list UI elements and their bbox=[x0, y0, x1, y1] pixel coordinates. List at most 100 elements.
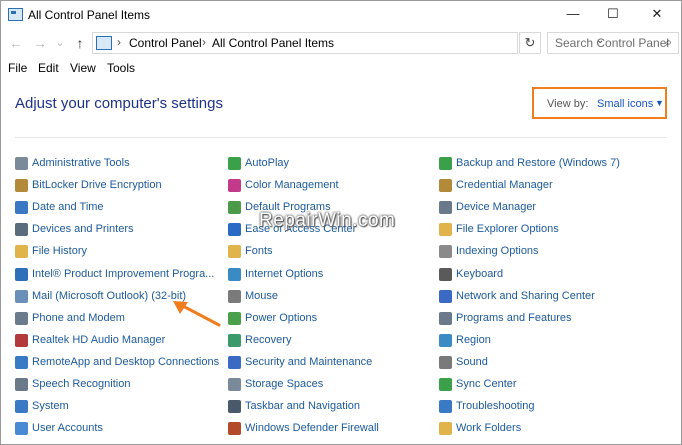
admin-tools-icon bbox=[15, 157, 28, 170]
control-panel-item-label: Date and Time bbox=[32, 201, 104, 213]
recovery-icon bbox=[228, 334, 241, 347]
close-button[interactable]: ✕ bbox=[637, 3, 677, 25]
remoteapp-icon bbox=[15, 356, 28, 369]
control-panel-item-label: RemoteApp and Desktop Connections bbox=[32, 356, 220, 368]
search-placeholder: Search Control Panel bbox=[555, 36, 670, 50]
control-panel-item-label: Sound bbox=[456, 356, 488, 368]
system-icon bbox=[15, 400, 28, 413]
navigation-bar: ← → ⌄ ↑ › Control Panel › All Control Pa… bbox=[1, 30, 681, 56]
network-sharing-icon bbox=[439, 290, 452, 303]
control-panel-item-label: Windows Defender Firewall bbox=[245, 422, 379, 434]
control-panel-item-label: Mail (Microsoft Outlook) (32-bit) bbox=[32, 290, 187, 302]
control-panel-item-label: AutoPlay bbox=[245, 157, 290, 169]
devices-printers-icon bbox=[15, 223, 28, 236]
control-panel-item-label: Troubleshooting bbox=[456, 400, 535, 412]
control-panel-item-label: File Explorer Options bbox=[456, 223, 559, 235]
control-panel-item-label: Work Folders bbox=[456, 422, 522, 434]
bitlocker-icon bbox=[15, 179, 28, 192]
breadcrumb-separator-icon: › bbox=[117, 35, 121, 49]
control-panel-window: All Control Panel Items — ☐ ✕ ← → ⌄ ↑ › … bbox=[0, 0, 682, 445]
ease-of-access-icon bbox=[228, 223, 241, 236]
region-icon bbox=[439, 334, 452, 347]
menu-edit[interactable]: Edit bbox=[38, 61, 59, 75]
menu-file[interactable]: File bbox=[8, 61, 27, 75]
control-panel-item-label: System bbox=[32, 400, 69, 412]
menu-bar: File Edit View Tools bbox=[1, 58, 681, 78]
caret-down-icon[interactable]: ▼ bbox=[655, 98, 664, 108]
control-panel-item-label: Region bbox=[456, 334, 491, 346]
mouse-icon bbox=[228, 290, 241, 303]
view-by-selector: View by: Small icons ▼ bbox=[532, 87, 667, 119]
control-panel-item-label: Indexing Options bbox=[456, 245, 539, 257]
control-panel-item-label: Keyboard bbox=[456, 268, 504, 280]
mail-icon bbox=[15, 290, 28, 303]
power-options-icon bbox=[228, 312, 241, 325]
breadcrumb-control-panel[interactable]: Control Panel bbox=[129, 36, 202, 50]
date-time-icon bbox=[15, 201, 28, 214]
view-by-dropdown[interactable]: Small icons bbox=[597, 98, 653, 110]
control-panel-item-label: Taskbar and Navigation bbox=[245, 400, 360, 412]
refresh-icon[interactable]: ↻ bbox=[519, 32, 541, 54]
control-panel-item-label: Credential Manager bbox=[456, 179, 553, 191]
maximize-button[interactable]: ☐ bbox=[593, 3, 633, 25]
breadcrumb-separator-icon: › bbox=[202, 35, 206, 49]
control-panel-item-label: Security and Maintenance bbox=[245, 356, 373, 368]
breadcrumb-all-items[interactable]: All Control Panel Items bbox=[212, 36, 334, 50]
sound-icon bbox=[439, 356, 452, 369]
device-manager-icon bbox=[439, 201, 452, 214]
fonts-icon bbox=[228, 245, 241, 258]
control-panel-location-icon bbox=[96, 36, 112, 50]
address-bar[interactable]: › Control Panel › All Control Panel Item… bbox=[92, 32, 604, 54]
control-panel-icon bbox=[8, 8, 23, 21]
control-panel-item-label: Realtek HD Audio Manager bbox=[32, 334, 166, 346]
control-panel-item-label: Color Management bbox=[245, 179, 339, 191]
forward-arrow-icon[interactable]: → bbox=[31, 34, 49, 52]
menu-view[interactable]: View bbox=[70, 61, 96, 75]
control-panel-item-label: Sync Center bbox=[456, 378, 517, 390]
back-arrow-icon[interactable]: ← bbox=[7, 34, 25, 52]
security-flag-icon bbox=[228, 356, 241, 369]
control-panel-item-label: Internet Options bbox=[245, 268, 324, 280]
sync-center-icon bbox=[439, 378, 452, 391]
file-history-icon bbox=[15, 245, 28, 258]
folder-options-icon bbox=[439, 223, 452, 236]
autoplay-icon bbox=[228, 157, 241, 170]
divider bbox=[15, 137, 667, 138]
control-panel-item-label: Network and Sharing Center bbox=[456, 290, 595, 302]
control-panel-item-label: Storage Spaces bbox=[245, 378, 324, 390]
work-folders-icon bbox=[439, 422, 452, 435]
control-panel-item-label: Backup and Restore (Windows 7) bbox=[456, 157, 620, 169]
page-title: Adjust your computer's settings bbox=[15, 95, 223, 112]
color-management-icon bbox=[228, 179, 241, 192]
annotation-arrow-icon bbox=[173, 301, 221, 327]
realtek-icon bbox=[15, 334, 28, 347]
taskbar-icon bbox=[228, 400, 241, 413]
control-panel-item-label: File History bbox=[32, 245, 88, 257]
keyboard-icon bbox=[439, 268, 452, 281]
internet-options-icon bbox=[228, 268, 241, 281]
indexing-options-icon bbox=[439, 245, 452, 258]
control-panel-item-label: Speech Recognition bbox=[32, 378, 131, 390]
storage-spaces-icon bbox=[228, 378, 241, 391]
control-panel-item-label: Administrative Tools bbox=[32, 157, 130, 169]
menu-tools[interactable]: Tools bbox=[107, 61, 135, 75]
control-panel-item-label: Programs and Features bbox=[456, 312, 572, 324]
control-panel-item-label: Recovery bbox=[245, 334, 292, 346]
title-bar: All Control Panel Items — ☐ ✕ bbox=[1, 1, 681, 29]
programs-features-icon bbox=[439, 312, 452, 325]
control-panel-item-label: Device Manager bbox=[456, 201, 537, 213]
window-title: All Control Panel Items bbox=[28, 8, 151, 22]
control-panel-item-label: Mouse bbox=[245, 290, 279, 302]
search-icon: ⌕ bbox=[665, 35, 672, 49]
search-input[interactable]: Search Control Panel ⌕ bbox=[547, 32, 679, 54]
control-panel-item-label: Phone and Modem bbox=[32, 312, 125, 324]
control-panel-item-label: Devices and Printers bbox=[32, 223, 134, 235]
minimize-button[interactable]: — bbox=[553, 3, 593, 25]
default-programs-icon bbox=[228, 201, 241, 214]
user-accounts-icon bbox=[15, 422, 28, 435]
control-panel-item-label: Fonts bbox=[245, 245, 273, 257]
up-arrow-icon[interactable]: ↑ bbox=[71, 34, 89, 52]
control-panel-item-label: User Accounts bbox=[32, 422, 103, 434]
recent-locations-chevron-icon[interactable]: ⌄ bbox=[51, 34, 69, 52]
phone-modem-icon bbox=[15, 312, 28, 325]
